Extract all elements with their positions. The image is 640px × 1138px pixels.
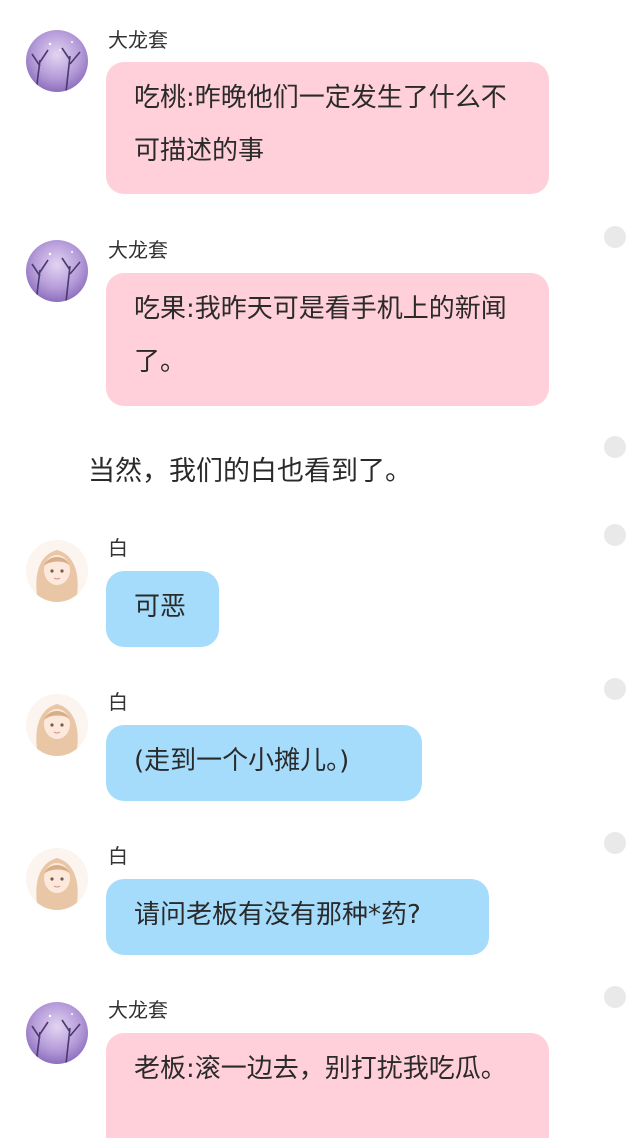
avatar-dalongtao[interactable] [26, 1002, 88, 1064]
chat-screen: 大龙套 吃桃:昨晚他们一定发生了什么不可描述的事 大龙套 吃果:我昨天可是看手机… [0, 0, 640, 1138]
sender-name: 大龙套 [108, 28, 168, 52]
sender-name: 大龙套 [108, 238, 168, 262]
sender-name: 白 [108, 536, 128, 560]
message-bubble[interactable]: 吃果:我昨天可是看手机上的新闻了。 [106, 273, 549, 406]
avatar-bai[interactable] [26, 848, 88, 910]
message-bubble[interactable]: 吃桃:昨晚他们一定发生了什么不可描述的事 [106, 62, 549, 194]
circle-dot-icon[interactable] [604, 226, 626, 248]
circle-dot-icon[interactable] [604, 524, 626, 546]
avatar-dalongtao[interactable] [26, 30, 88, 92]
sender-name: 大龙套 [108, 998, 168, 1022]
anime-girl-avatar-icon [26, 848, 88, 910]
message-bubble[interactable]: 可恶 [106, 571, 219, 647]
avatar-bai[interactable] [26, 540, 88, 602]
circle-dot-icon[interactable] [604, 678, 626, 700]
purple-night-tree-avatar-icon [26, 1002, 88, 1064]
avatar-bai[interactable] [26, 694, 88, 756]
avatar-dalongtao[interactable] [26, 240, 88, 302]
circle-dot-icon[interactable] [604, 986, 626, 1008]
sender-name: 白 [108, 844, 128, 868]
anime-girl-avatar-icon [26, 694, 88, 756]
purple-night-tree-avatar-icon [26, 240, 88, 302]
message-bubble[interactable]: (走到一个小摊儿。) [106, 725, 422, 801]
message-bubble[interactable]: 请问老板有没有那种*药? [106, 879, 489, 955]
narration-text: 当然，我们的白也看到了。 [88, 456, 412, 487]
circle-dot-icon[interactable] [604, 436, 626, 458]
sender-name: 白 [108, 690, 128, 714]
message-bubble[interactable]: 老板:滚一边去，别打扰我吃瓜。 [106, 1033, 549, 1138]
circle-dot-icon[interactable] [604, 832, 626, 854]
anime-girl-avatar-icon [26, 540, 88, 602]
purple-night-tree-avatar-icon [26, 30, 88, 92]
